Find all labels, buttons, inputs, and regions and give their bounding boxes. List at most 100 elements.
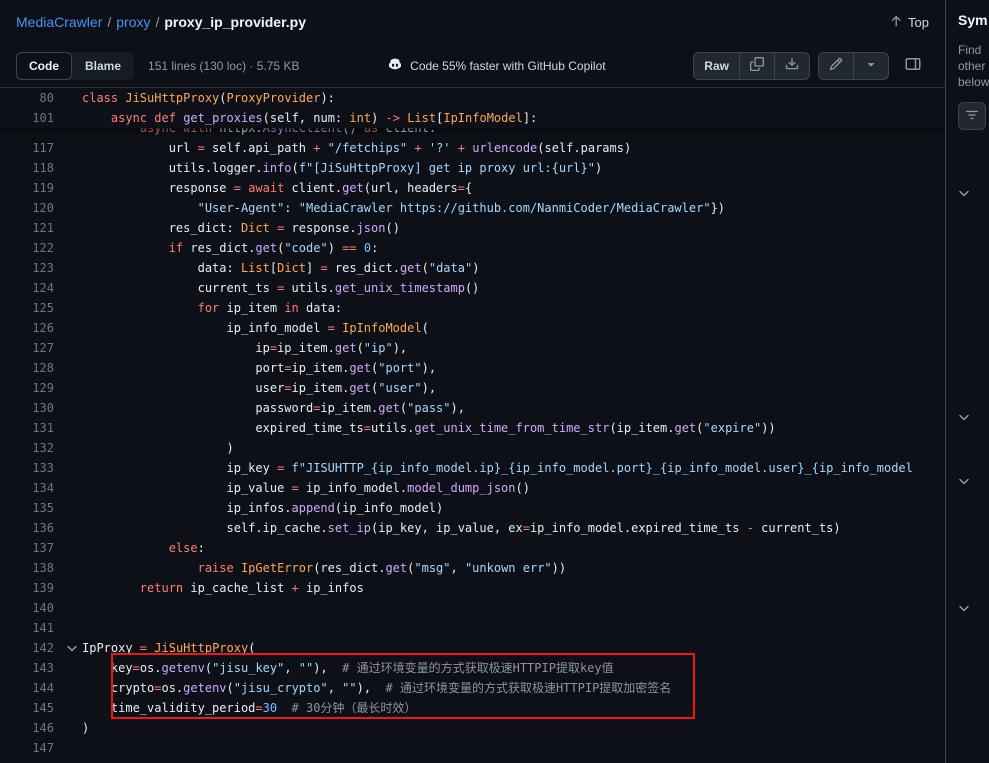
line-number[interactable]: 137 bbox=[0, 538, 62, 558]
line-number[interactable]: 145 bbox=[0, 698, 62, 718]
line-number[interactable]: 128 bbox=[0, 358, 62, 378]
code-line: 129 user=ip_item.get("user"), bbox=[0, 378, 945, 398]
code-line: 128 port=ip_item.get("port"), bbox=[0, 358, 945, 378]
line-number[interactable]: 126 bbox=[0, 318, 62, 338]
code-line: 138 raise IpGetError(res_dict.get("msg",… bbox=[0, 558, 945, 578]
code-line: 123 data: List[Dict] = res_dict.get("dat… bbox=[0, 258, 945, 278]
code-line: 136 self.ip_cache.set_ip(ip_key, ip_valu… bbox=[0, 518, 945, 538]
edit-file-button[interactable] bbox=[819, 53, 854, 79]
download-raw-button[interactable] bbox=[775, 53, 809, 79]
symbol-group-chevron-icon[interactable] bbox=[958, 474, 970, 492]
code-line: 143 key=os.getenv("jisu_key", ""), # 通过环… bbox=[0, 658, 945, 678]
line-number[interactable]: 135 bbox=[0, 498, 62, 518]
breadcrumb-filename: proxy_ip_provider.py bbox=[164, 14, 306, 30]
code-text: for ip_item in data: bbox=[82, 298, 945, 318]
line-number[interactable]: 133 bbox=[0, 458, 62, 478]
code-text: user=ip_item.get("user"), bbox=[82, 378, 945, 398]
line-number[interactable]: 122 bbox=[0, 238, 62, 258]
code-text: ip=ip_item.get("ip"), bbox=[82, 338, 945, 358]
back-to-top-label: Top bbox=[908, 15, 929, 30]
code-line: 118 utils.logger.info(f"[JiSuHttpProxy] … bbox=[0, 158, 945, 178]
code-text: utils.logger.info(f"[JiSuHttpProxy] get … bbox=[82, 158, 945, 178]
line-number[interactable]: 101 bbox=[0, 108, 62, 128]
line-number[interactable]: 120 bbox=[0, 198, 62, 218]
code-line: 80 class JiSuHttpProxy(ProxyProvider): bbox=[0, 88, 945, 108]
code-text: key=os.getenv("jisu_key", ""), # 通过环境变量的… bbox=[82, 658, 945, 678]
code-line: 137 else: bbox=[0, 538, 945, 558]
code-line: 101 async def get_proxies(self, num: int… bbox=[0, 108, 945, 128]
line-number[interactable] bbox=[0, 128, 62, 138]
copilot-icon bbox=[387, 56, 403, 75]
line-number[interactable]: 136 bbox=[0, 518, 62, 538]
copy-raw-button[interactable] bbox=[740, 53, 775, 79]
code-text: IpProxy = JiSuHttpProxy( bbox=[82, 638, 945, 658]
code-text bbox=[82, 598, 945, 618]
line-number[interactable]: 119 bbox=[0, 178, 62, 198]
line-number[interactable]: 142 bbox=[0, 638, 62, 658]
code-line: 133 ip_key = f"JISUHTTP_{ip_info_model.i… bbox=[0, 458, 945, 478]
line-number[interactable]: 140 bbox=[0, 598, 62, 618]
raw-copy-download-group: Raw bbox=[693, 52, 810, 80]
code-text: ) bbox=[82, 438, 945, 458]
line-number[interactable]: 124 bbox=[0, 278, 62, 298]
line-number[interactable]: 123 bbox=[0, 258, 62, 278]
tab-blame[interactable]: Blame bbox=[72, 52, 134, 80]
line-number[interactable]: 130 bbox=[0, 398, 62, 418]
code-view: 80class JiSuHttpProxy(ProxyProvider):101… bbox=[0, 88, 945, 763]
collapse-chevron-icon[interactable] bbox=[62, 638, 82, 658]
code-line: 119 response = await client.get(url, hea… bbox=[0, 178, 945, 198]
line-number[interactable]: 146 bbox=[0, 718, 62, 738]
copy-icon bbox=[750, 57, 764, 74]
code-line: 127 ip=ip_item.get("ip"), bbox=[0, 338, 945, 358]
code-text bbox=[82, 738, 945, 758]
line-number[interactable]: 143 bbox=[0, 658, 62, 678]
symbols-panel-title: Sym bbox=[958, 12, 989, 28]
line-number[interactable]: 144 bbox=[0, 678, 62, 698]
pencil-icon bbox=[829, 57, 843, 74]
github-file-view: MediaCrawler/proxy/proxy_ip_provider.py … bbox=[0, 0, 989, 763]
code-line: 135 ip_infos.append(ip_info_model) bbox=[0, 498, 945, 518]
line-number[interactable]: 117 bbox=[0, 138, 62, 158]
code-line: 140 bbox=[0, 598, 945, 618]
tab-code[interactable]: Code bbox=[16, 52, 72, 80]
code-text: ip_value = ip_info_model.model_dump_json… bbox=[82, 478, 945, 498]
line-number[interactable]: 141 bbox=[0, 618, 62, 638]
chevron-down-icon bbox=[864, 57, 878, 74]
line-number[interactable]: 139 bbox=[0, 578, 62, 598]
code-line: 126 ip_info_model = IpInfoModel( bbox=[0, 318, 945, 338]
copilot-banner[interactable]: Code 55% faster with GitHub Copilot bbox=[387, 56, 605, 75]
code-line: 130 password=ip_item.get("pass"), bbox=[0, 398, 945, 418]
edit-dropdown-button[interactable] bbox=[854, 53, 888, 79]
line-number[interactable]: 129 bbox=[0, 378, 62, 398]
symbols-panel-toggle-button[interactable] bbox=[897, 52, 929, 80]
code-text: expired_time_ts=utils.get_unix_time_from… bbox=[82, 418, 945, 438]
line-number[interactable]: 138 bbox=[0, 558, 62, 578]
copilot-banner-text: Code 55% faster with GitHub Copilot bbox=[410, 59, 605, 73]
line-number[interactable]: 134 bbox=[0, 478, 62, 498]
line-number[interactable]: 147 bbox=[0, 738, 62, 758]
breadcrumb-repo-link[interactable]: MediaCrawler bbox=[16, 14, 102, 30]
line-number[interactable]: 121 bbox=[0, 218, 62, 238]
line-number[interactable]: 127 bbox=[0, 338, 62, 358]
code-text: current_ts = utils.get_unix_timestamp() bbox=[82, 278, 945, 298]
line-number[interactable]: 80 bbox=[0, 88, 62, 108]
code-line: 122 if res_dict.get("code") == 0: bbox=[0, 238, 945, 258]
symbol-group-chevron-icon[interactable] bbox=[958, 186, 970, 204]
line-number[interactable]: 131 bbox=[0, 418, 62, 438]
code-text: async with httpx.AsyncClient() as client… bbox=[82, 128, 945, 138]
breadcrumb-separator: / bbox=[155, 14, 159, 30]
code-line: 121 res_dict: Dict = response.json() bbox=[0, 218, 945, 238]
line-number[interactable]: 125 bbox=[0, 298, 62, 318]
symbol-group-chevron-icon[interactable] bbox=[958, 601, 970, 619]
line-number[interactable]: 118 bbox=[0, 158, 62, 178]
symbol-group-chevron-icon[interactable] bbox=[958, 410, 970, 428]
line-number[interactable]: 132 bbox=[0, 438, 62, 458]
back-to-top-button[interactable]: Top bbox=[889, 14, 929, 31]
code-line: 141 bbox=[0, 618, 945, 638]
breadcrumb-dir-link[interactable]: proxy bbox=[116, 14, 150, 30]
symbols-filter-button[interactable] bbox=[958, 102, 986, 130]
raw-button[interactable]: Raw bbox=[694, 53, 740, 79]
code-text: class JiSuHttpProxy(ProxyProvider): bbox=[82, 88, 945, 108]
code-text: ip_infos.append(ip_info_model) bbox=[82, 498, 945, 518]
code-line: 125 for ip_item in data: bbox=[0, 298, 945, 318]
